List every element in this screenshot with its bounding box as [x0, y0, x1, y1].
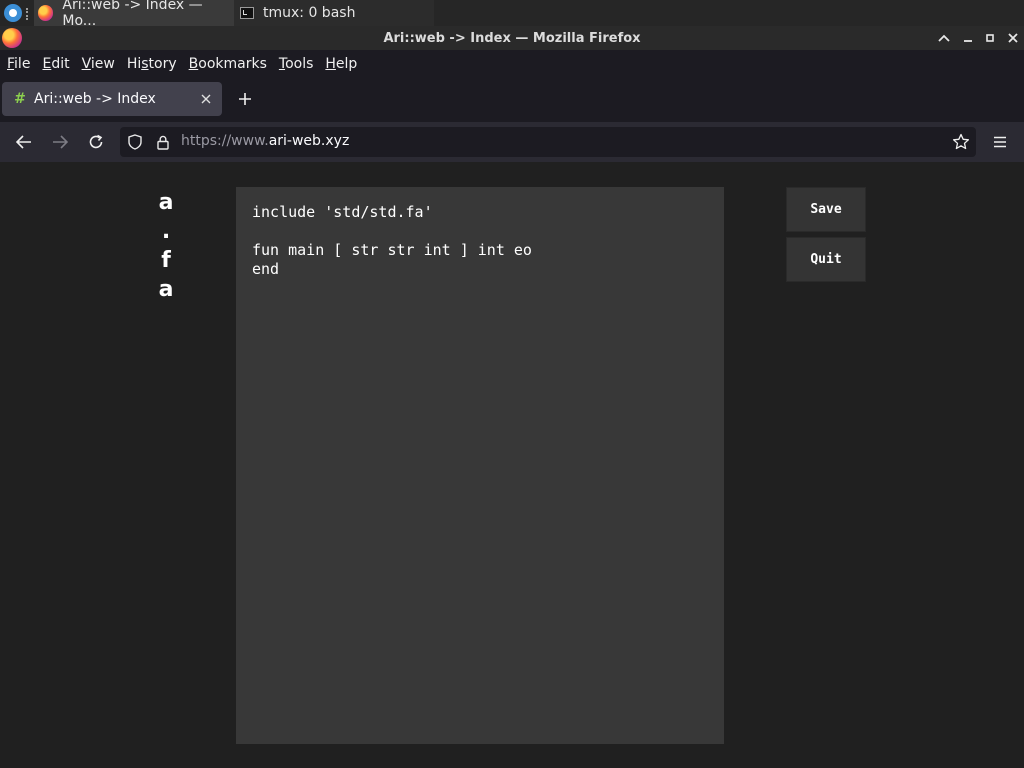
- tab-strip: # Ari::web -> Index: [0, 78, 1024, 122]
- maximize-icon[interactable]: [980, 28, 1000, 48]
- url-bar[interactable]: https://www.ari-web.xyz: [120, 127, 976, 157]
- navigation-toolbar: https://www.ari-web.xyz: [0, 122, 1024, 162]
- tab-ari-web-index[interactable]: # Ari::web -> Index: [2, 82, 222, 116]
- file-name-char: f: [161, 248, 171, 273]
- taskbar-task-terminal[interactable]: tmux: 0 bash: [234, 0, 434, 26]
- app-launcher-icon[interactable]: [4, 4, 22, 22]
- page-content: a . f a include 'std/std.fa' fun main [ …: [0, 162, 1024, 768]
- tab-close-icon[interactable]: [196, 89, 216, 109]
- code-editor[interactable]: include 'std/std.fa' fun main [ str str …: [236, 187, 724, 744]
- window-titlebar[interactable]: Ari::web -> Index — Mozilla Firefox: [0, 26, 1024, 50]
- reload-icon[interactable]: [84, 130, 108, 154]
- menu-file[interactable]: File: [2, 56, 35, 72]
- taskbar-task-label: tmux: 0 bash: [263, 5, 356, 21]
- menu-tools[interactable]: Tools: [274, 56, 319, 72]
- close-icon[interactable]: [1003, 28, 1023, 48]
- keep-above-icon[interactable]: [934, 28, 954, 48]
- menu-view[interactable]: View: [77, 56, 120, 72]
- window-title: Ari::web -> Index — Mozilla Firefox: [383, 30, 641, 46]
- new-tab-plus-icon[interactable]: [234, 88, 256, 110]
- menu-edit[interactable]: Edit: [37, 56, 74, 72]
- terminal-icon: [240, 7, 254, 19]
- menu-history[interactable]: History: [122, 56, 182, 72]
- taskbar-separator: [26, 8, 32, 20]
- file-name-char: a: [158, 190, 174, 215]
- firefox-icon: [38, 5, 54, 21]
- file-name-char: .: [161, 219, 171, 244]
- bookmark-star-icon[interactable]: [949, 130, 973, 154]
- taskbar-task-firefox[interactable]: Ari::web -> Index — Mo...: [34, 0, 234, 29]
- save-button[interactable]: Save: [786, 187, 866, 232]
- menu-help[interactable]: Help: [320, 56, 362, 72]
- hash-icon: #: [14, 91, 26, 107]
- os-taskbar: Ari::web -> Index — Mo... tmux: 0 bash: [0, 0, 1024, 29]
- taskbar-task-label: Ari::web -> Index — Mo...: [62, 0, 203, 29]
- quit-button[interactable]: Quit: [786, 237, 866, 282]
- code-editor-text[interactable]: include 'std/std.fa' fun main [ str str …: [252, 203, 708, 279]
- file-name-char: a: [158, 277, 174, 302]
- lock-icon[interactable]: [153, 132, 173, 152]
- tracking-shield-icon[interactable]: [125, 132, 145, 152]
- firefox-icon: [2, 28, 22, 48]
- forward-arrow-icon[interactable]: [48, 130, 72, 154]
- back-arrow-icon[interactable]: [12, 130, 36, 154]
- hamburger-menu-icon[interactable]: [988, 130, 1012, 154]
- tab-title: Ari::web -> Index: [34, 91, 156, 107]
- vertical-file-name: a . f a: [150, 188, 182, 304]
- url-text[interactable]: https://www.ari-web.xyz: [181, 133, 349, 149]
- menu-bookmarks[interactable]: Bookmarks: [184, 56, 272, 72]
- minimize-icon[interactable]: [958, 28, 978, 48]
- menu-bar: File Edit View History Bookmarks Tools H…: [0, 50, 1024, 78]
